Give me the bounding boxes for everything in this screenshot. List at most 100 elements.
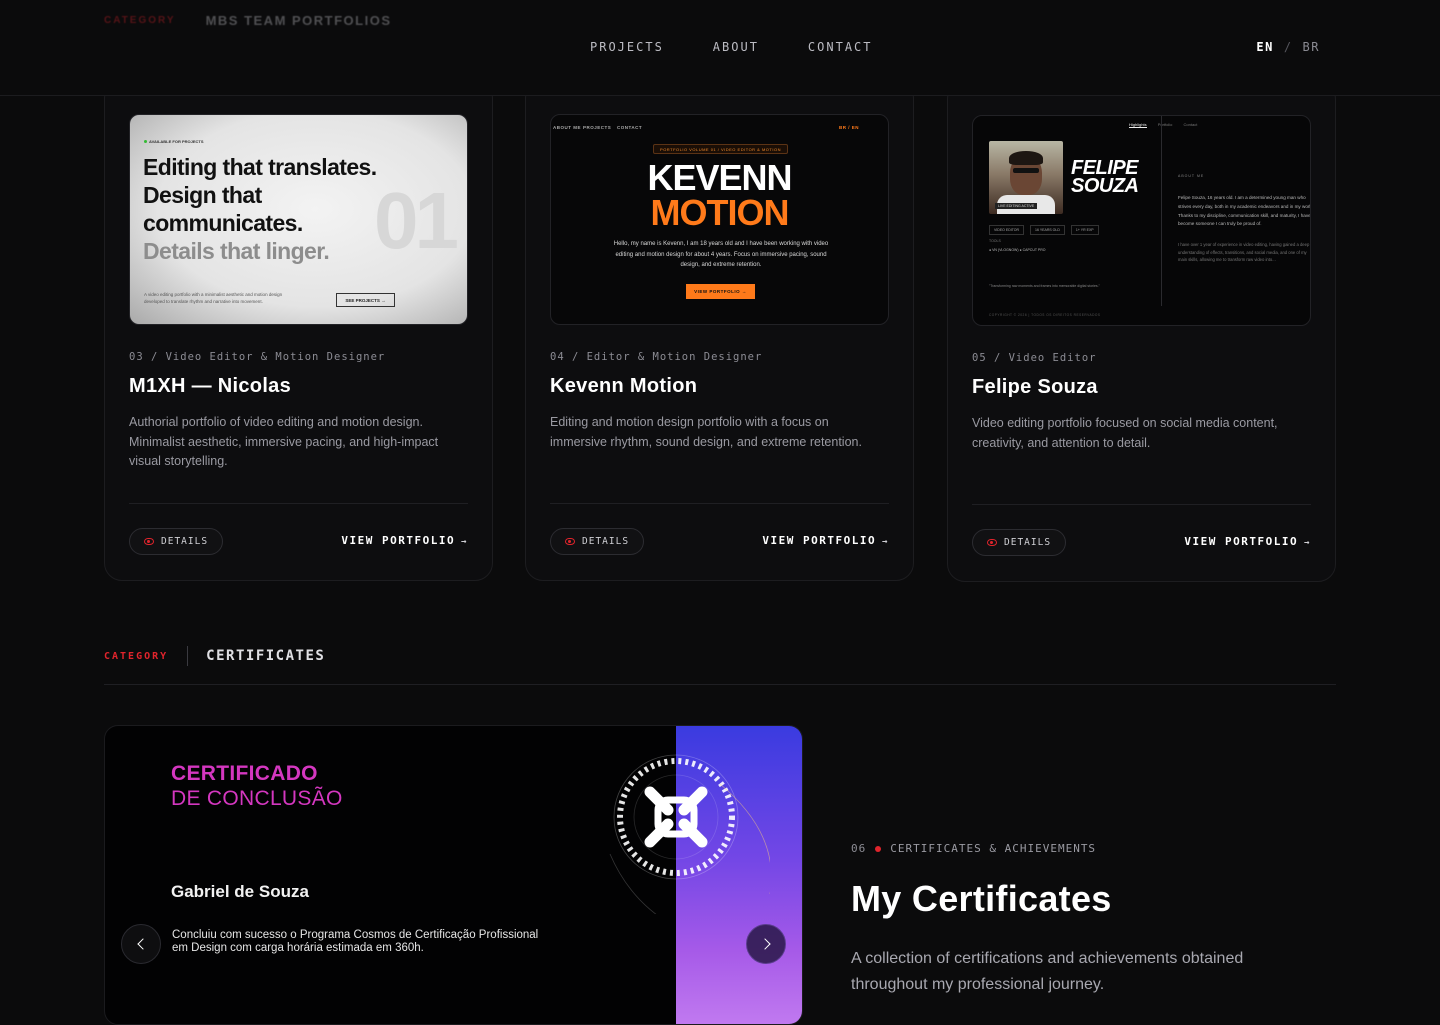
photo-glasses <box>1013 168 1039 173</box>
brand-name: MBS TEAM PORTFOLIOS <box>205 12 392 28</box>
certificate-recipient: Gabriel de Souza <box>171 882 309 901</box>
details-label: DETAILS <box>161 536 209 547</box>
project-title: M1XH — Nicolas <box>129 375 292 397</box>
view-portfolio-label: VIEW PORTFOLIO <box>1184 535 1299 548</box>
thumb-tools-label: TOOLS <box>989 239 1001 243</box>
thumb-small-text: A video editing portfolio with a minimal… <box>144 292 283 304</box>
view-portfolio-link[interactable]: VIEW PORTFOLIO → <box>762 534 889 547</box>
lang-separator: / <box>1283 40 1293 54</box>
category-header: CATEGORY CERTIFICATES <box>104 646 325 666</box>
thumb-button: VIEW PORTFOLIO → <box>686 284 755 299</box>
eye-icon <box>565 538 575 545</box>
thumb-tabs: Highlights Portfolio Contact <box>1129 122 1207 128</box>
view-portfolio-label: VIEW PORTFOLIO <box>762 534 877 547</box>
thumb-nav-item: PROJECTS <box>583 125 612 130</box>
details-label: DETAILS <box>1004 537 1052 548</box>
arrow-right-icon: → <box>1304 538 1311 548</box>
project-meta: 05 / Video Editor <box>972 352 1097 364</box>
view-portfolio-link[interactable]: VIEW PORTFOLIO → <box>1184 535 1311 548</box>
thumb-chip: 16 YEARS OLD <box>1030 225 1065 235</box>
project-card: ABOUT ME PROJECTS CONTACT BR / EN PORTFO… <box>525 80 914 581</box>
nav-projects[interactable]: PROJECTS <box>590 40 664 54</box>
language-switcher: EN / BR <box>1256 40 1320 54</box>
certificate-mark-icon <box>609 754 770 914</box>
thumb-tools: ● VN (VLOGNOW) ● CAPCUT PRO <box>989 248 1046 252</box>
eye-icon <box>987 539 997 546</box>
thumb-button: SEE PROJECTS → <box>336 293 395 307</box>
thumb-line: communicates. <box>143 210 303 236</box>
thumb-tab: Portfolio <box>1157 122 1173 127</box>
thumb-tab: Contact <box>1183 122 1198 127</box>
thumb-line: Design that <box>143 182 262 208</box>
thumb-copyright: COPYRIGHT © 2026 | TODOS OS DIREITOS RES… <box>989 313 1101 317</box>
category-separator <box>187 646 189 666</box>
category-label: CATEGORY <box>104 650 169 662</box>
thumb-name: FELIPE SOUZA <box>1071 158 1139 196</box>
live-badge: LIVE EDITING ACTIVE <box>995 203 1038 209</box>
section-subtext: A collection of certifications and achie… <box>851 950 1244 993</box>
eye-icon <box>144 538 154 545</box>
certificate-slide[interactable]: CERTIFICADO DE CONCLUSÃO Gabriel de Souz… <box>104 725 803 1025</box>
thumb-word-1: KEVENN <box>647 157 792 198</box>
section-heading: My Certificates <box>851 878 1112 919</box>
thumb-headline: Editing that translates. Design that com… <box>143 153 377 265</box>
view-portfolio-link[interactable]: VIEW PORTFOLIO → <box>341 534 468 547</box>
details-button[interactable]: DETAILS <box>550 528 645 555</box>
nav-contact[interactable]: CONTACT <box>808 40 873 54</box>
site-header: CATEGORY MBS TEAM PORTFOLIOS PROJECTS AB… <box>0 0 1440 96</box>
chevron-left-icon <box>136 938 149 950</box>
chevron-right-icon <box>758 938 771 950</box>
thumb-nav-lang: BR / EN <box>839 125 860 130</box>
photo-hair <box>1009 151 1043 165</box>
thumb-number: 01 <box>374 176 459 265</box>
eyebrow-dot <box>875 845 882 852</box>
nav-about[interactable]: ABOUT <box>713 40 759 54</box>
arrow-right-icon: → <box>461 537 468 547</box>
slider-prev-button[interactable] <box>121 924 161 964</box>
certificate-text: Concluiu com sucesso o Programa Cosmos d… <box>172 929 539 954</box>
thumb-divider <box>1161 116 1162 306</box>
project-card: Highlights Portfolio Contact LIVE EDITIN… <box>947 81 1336 582</box>
thumb-chip: 1+ YR EXP <box>1070 225 1099 235</box>
project-description: Authorial portfolio of video editing and… <box>129 415 439 468</box>
main-nav: PROJECTS ABOUT CONTACT <box>590 40 873 54</box>
lang-en[interactable]: EN <box>1256 40 1273 54</box>
slider-next-button[interactable] <box>746 924 786 964</box>
divider <box>550 503 889 504</box>
details-button[interactable]: DETAILS <box>972 529 1067 556</box>
project-description: Editing and motion design portfolio with… <box>550 415 862 449</box>
project-thumbnail[interactable]: ABOUT ME PROJECTS CONTACT BR / EN PORTFO… <box>550 114 889 325</box>
arrow-right-icon: → <box>882 537 889 547</box>
thumb-nav-item: CONTACT <box>617 125 643 130</box>
thumb-chips: VIDEO EDITOR 16 YEARS OLD 1+ YR EXP <box>989 225 1099 235</box>
lang-br[interactable]: BR <box>1303 40 1320 54</box>
project-description: Video editing portfolio focused on socia… <box>972 416 1278 450</box>
thumb-about-label: ABOUT ME <box>1178 174 1205 178</box>
thumb-nav-item: ABOUT ME <box>553 125 581 130</box>
project-title: Kevenn Motion <box>550 375 698 397</box>
project-card: AVAILABLE FOR PROJECTS 01 Editing that t… <box>104 80 493 581</box>
project-thumbnail[interactable]: AVAILABLE FOR PROJECTS 01 Editing that t… <box>129 114 468 325</box>
details-label: DETAILS <box>582 536 630 547</box>
divider <box>972 504 1311 505</box>
divider <box>129 503 468 504</box>
brand-category: CATEGORY <box>104 14 176 26</box>
thumb-quote: "Transforming raw moments and frames int… <box>989 284 1100 288</box>
details-button[interactable]: DETAILS <box>129 528 224 555</box>
project-title: Felipe Souza <box>972 376 1098 398</box>
eyebrow-text: CERTIFICATES & ACHIEVEMENTS <box>890 842 1097 855</box>
brand[interactable]: CATEGORY MBS TEAM PORTFOLIOS <box>104 10 392 30</box>
thumb-tag: AVAILABLE FOR PROJECTS <box>144 139 204 144</box>
thumb-tab: Highlights <box>1129 122 1147 128</box>
thumb-line: Editing that translates. <box>143 154 377 180</box>
certificate-title: CERTIFICADO <box>171 762 318 785</box>
thumb-line: Details that linger. <box>143 238 330 264</box>
project-thumbnail[interactable]: Highlights Portfolio Contact LIVE EDITIN… <box>972 115 1311 326</box>
eyebrow-number: 06 <box>851 842 867 855</box>
thumb-chip: VIDEO EDITOR <box>989 225 1025 235</box>
project-meta: 04 / Editor & Motion Designer <box>550 351 763 363</box>
thumb-paragraph: I have over 1 year of experience in vide… <box>1178 242 1310 262</box>
view-portfolio-label: VIEW PORTFOLIO <box>341 534 456 547</box>
certificate-subtitle: DE CONCLUSÃO <box>171 787 343 810</box>
thumb-description: Hello, my name is Kevenn, I am 18 years … <box>613 241 829 268</box>
